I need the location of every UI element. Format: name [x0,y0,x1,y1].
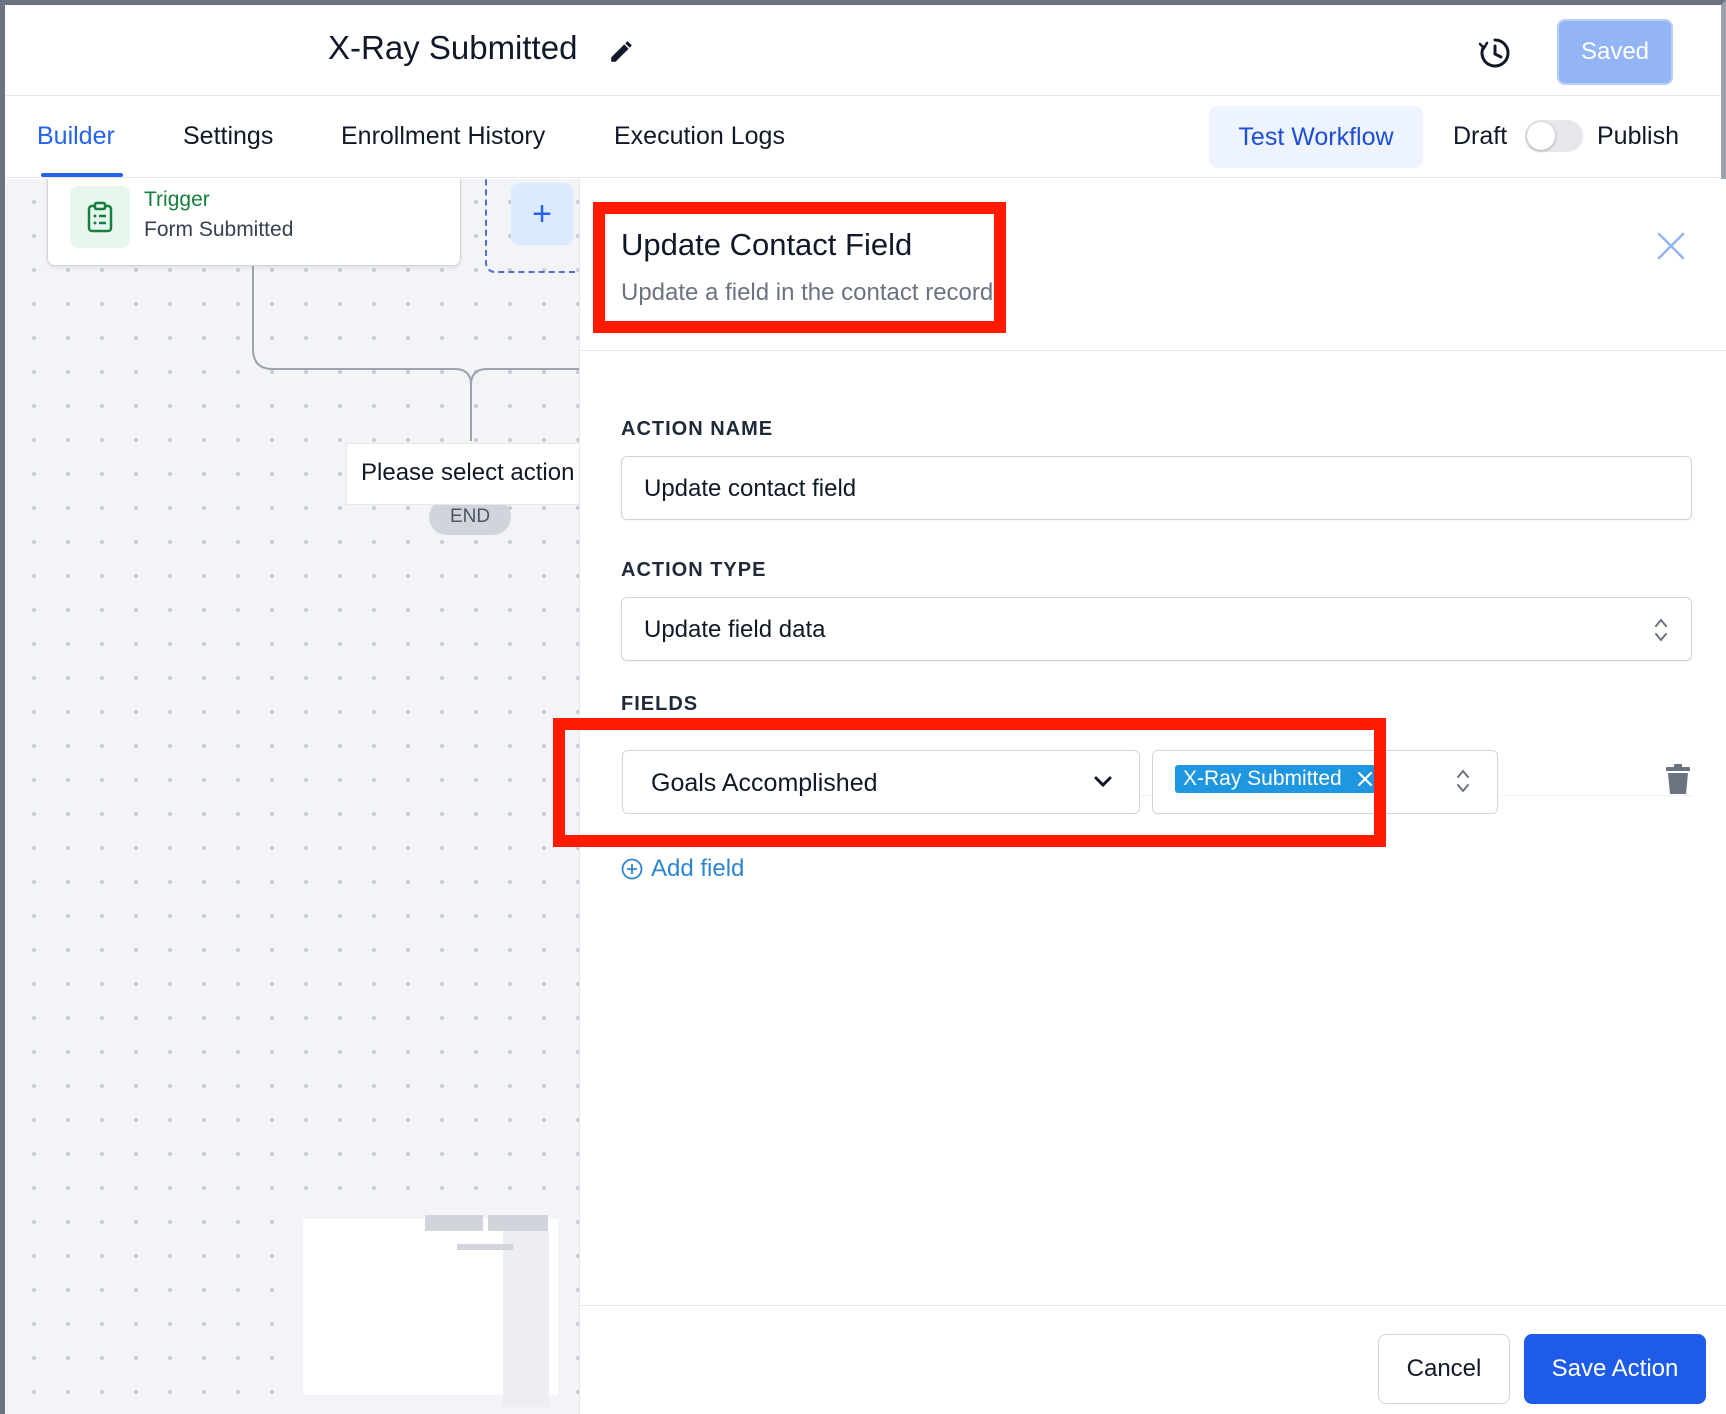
workflow-title: X-Ray Submitted [328,29,578,66]
draft-label: Draft [1453,122,1508,150]
action-type-value: Update field data [644,616,826,643]
add-field-link[interactable]: Add field [621,855,744,883]
publish-toggle[interactable] [1525,120,1583,152]
trigger-node[interactable]: Trigger Form Submitted [47,179,461,266]
minimap-node [488,1215,548,1231]
trigger-label: Trigger [144,188,210,211]
minimap-shade [503,1231,549,1407]
up-down-arrows-icon [1457,769,1469,793]
highlight-box-header [593,202,1006,333]
tab-settings[interactable]: Settings [183,122,273,151]
action-name-input[interactable]: Update contact field [621,456,1692,520]
active-tab-indicator [41,173,123,177]
add-node-button[interactable]: + [511,183,573,245]
test-workflow-button[interactable]: Test Workflow [1209,106,1423,168]
save-action-button[interactable]: Save Action [1524,1334,1706,1404]
edit-icon[interactable] [608,39,634,65]
minimap-node [457,1244,513,1250]
highlight-box-fields [553,718,1386,847]
plus-circle-icon [621,858,643,880]
up-down-arrows-icon [1655,618,1667,642]
tab-execution-logs[interactable]: Execution Logs [614,122,785,151]
action-type-select[interactable]: Update field data [621,597,1692,661]
cancel-button[interactable]: Cancel [1378,1334,1510,1404]
action-panel: Update Contact Field Update a field in t… [553,179,1726,1414]
top-header: X-Ray Submitted Saved [5,5,1721,96]
clipboard-icon [87,201,113,233]
saved-button[interactable]: Saved [1557,19,1673,85]
tab-builder[interactable]: Builder [37,122,115,151]
add-field-label: Add field [651,855,745,882]
trash-icon[interactable] [1664,763,1692,795]
tab-enrollment-history[interactable]: Enrollment History [341,122,545,151]
close-icon[interactable] [1654,229,1688,263]
toggle-knob [1527,122,1555,150]
action-type-label: ACTION TYPE [621,559,767,581]
fields-label: FIELDS [621,693,699,715]
workflow-canvas[interactable]: Trigger Form Submitted + END Please sele… [5,179,579,1414]
publish-label: Publish [1597,122,1679,150]
history-icon[interactable] [1477,35,1513,71]
panel-footer: Cancel Save Action [580,1305,1726,1414]
minimap-node [425,1215,483,1231]
tab-bar: Builder Settings Enrollment History Exec… [5,96,1721,178]
select-action-placeholder[interactable]: Please select action [346,443,579,505]
trigger-name: Form Submitted [144,218,294,241]
trigger-icon-box [70,186,130,248]
action-name-label: ACTION NAME [621,418,774,440]
